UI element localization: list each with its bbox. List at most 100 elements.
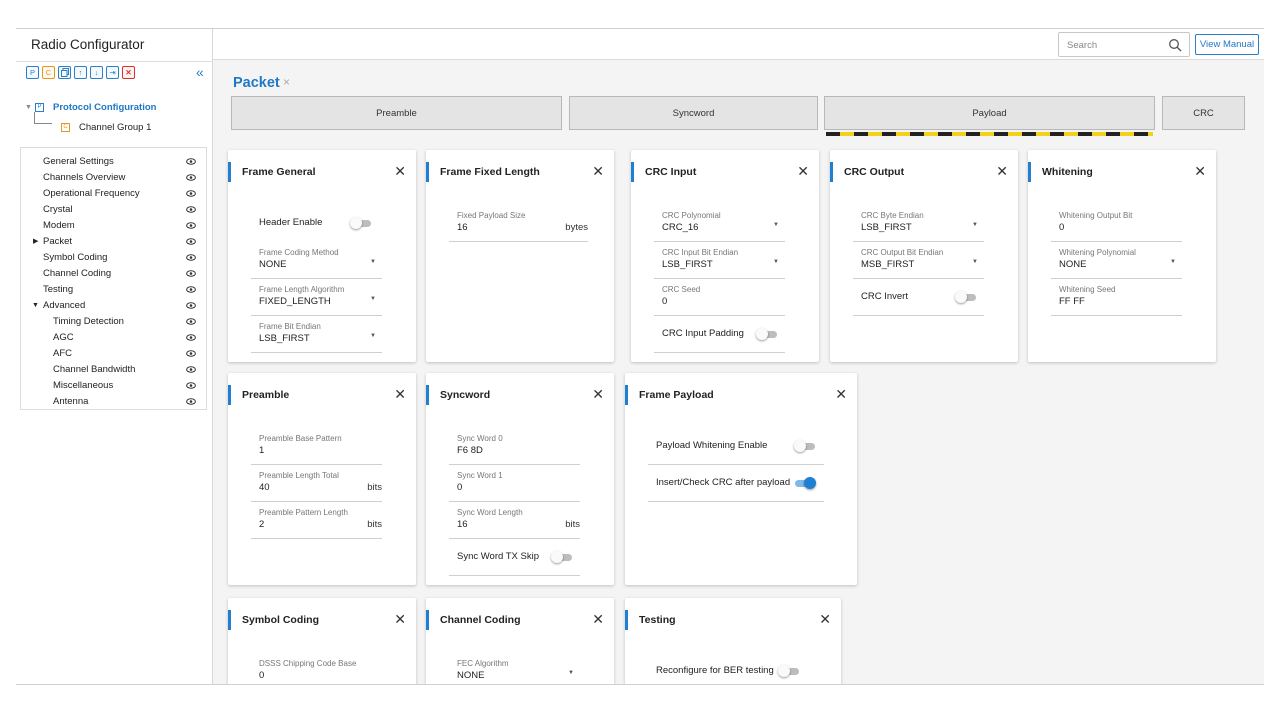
move-down-icon[interactable]: ↓ — [90, 66, 103, 79]
tree-expand-icon[interactable]: ▼ — [25, 104, 35, 111]
tab-payload[interactable]: Payload — [824, 96, 1155, 130]
card-whitening: Whitening ✕ Whitening Output Bit 0 White… — [1028, 150, 1216, 362]
sync-word-length-input[interactable]: Sync Word Length 16 bits — [449, 502, 580, 539]
delete-icon[interactable]: ✕ — [122, 66, 135, 79]
move-up-icon[interactable]: ↑ — [74, 66, 87, 79]
close-icon[interactable]: ✕ — [797, 163, 809, 180]
close-icon[interactable]: ✕ — [819, 611, 831, 628]
close-icon[interactable]: ✕ — [592, 386, 604, 403]
close-icon[interactable]: ✕ — [394, 163, 406, 180]
card-title: Syncword — [440, 389, 491, 401]
nav-item-timing-detection[interactable]: Timing Detection — [21, 313, 206, 329]
eye-icon[interactable] — [186, 333, 196, 341]
close-icon[interactable]: ✕ — [835, 386, 847, 403]
preamble-length-total-input[interactable]: Preamble Length Total 40 bits — [251, 465, 382, 502]
nav-item-modem[interactable]: Modem — [21, 217, 206, 233]
eye-icon[interactable] — [186, 397, 196, 405]
channel-group-icon: C — [61, 122, 70, 132]
close-icon[interactable]: ✕ — [1194, 163, 1206, 180]
crc-input-padding-toggle[interactable] — [756, 328, 777, 340]
crc-byte-endian-select[interactable]: CRC Byte Endian LSB_FIRST ▼ — [853, 205, 984, 242]
sync-word-tx-skip-toggle[interactable] — [551, 551, 572, 563]
eye-icon[interactable] — [186, 173, 196, 181]
caret-right-icon[interactable]: ▶ — [33, 237, 38, 245]
eye-icon[interactable] — [186, 253, 196, 261]
close-icon[interactable]: ✕ — [592, 611, 604, 628]
close-icon[interactable]: ✕ — [394, 611, 406, 628]
tree-toolbar: P C ↑ ↓ ⇥ ✕ — [26, 66, 135, 80]
eye-icon[interactable] — [186, 205, 196, 213]
settings-nav: General Settings Channels Overview Opera… — [20, 147, 207, 410]
close-icon[interactable]: ✕ — [996, 163, 1008, 180]
nav-item-advanced[interactable]: ▼ Advanced — [21, 297, 206, 313]
eye-icon[interactable] — [186, 381, 196, 389]
frame-coding-method-select[interactable]: Frame Coding Method NONE ▼ — [251, 242, 382, 279]
tree-item-channel-group[interactable]: C Channel Group 1 — [61, 117, 156, 137]
eye-icon[interactable] — [186, 349, 196, 357]
collapse-panel-icon[interactable]: « — [196, 64, 204, 80]
eye-icon[interactable] — [186, 269, 196, 277]
nav-item-general-settings[interactable]: General Settings — [21, 153, 206, 169]
crc-polynomial-select[interactable]: CRC Polynomial CRC_16 ▼ — [654, 205, 785, 242]
eye-icon[interactable] — [186, 189, 196, 197]
preamble-pattern-length-input[interactable]: Preamble Pattern Length 2 bits — [251, 502, 382, 539]
whitening-polynomial-select[interactable]: Whitening Polynomial NONE ▼ — [1051, 242, 1182, 279]
fixed-payload-size-input[interactable]: Fixed Payload Size 16 bytes — [449, 205, 588, 242]
card-frame-general: Frame General ✕ Header Enable Frame Codi… — [228, 150, 416, 362]
dsss-chipping-code-input[interactable]: DSSS Chipping Code Base 0 — [251, 653, 382, 684]
frame-length-algorithm-select[interactable]: Frame Length Algorithm FIXED_LENGTH ▼ — [251, 279, 382, 316]
eye-icon[interactable] — [186, 285, 196, 293]
eye-icon[interactable] — [186, 157, 196, 165]
eye-icon[interactable] — [186, 301, 196, 309]
ber-testing-toggle[interactable] — [778, 665, 799, 677]
tab-preamble[interactable]: Preamble — [231, 96, 562, 130]
eye-icon[interactable] — [186, 221, 196, 229]
nav-item-crystal[interactable]: Crystal — [21, 201, 206, 217]
add-protocol-icon[interactable]: P — [26, 66, 39, 79]
whitening-seed-input[interactable]: Whitening Seed FF FF — [1051, 279, 1182, 316]
fec-algorithm-select[interactable]: FEC Algorithm NONE ▼ — [449, 653, 580, 684]
header-enable-toggle[interactable] — [350, 217, 371, 229]
nav-item-symbol-coding[interactable]: Symbol Coding — [21, 249, 206, 265]
close-icon[interactable]: ✕ — [394, 386, 406, 403]
eye-icon[interactable] — [186, 317, 196, 325]
frame-bit-endian-select[interactable]: Frame Bit Endian LSB_FIRST ▼ — [251, 316, 382, 353]
add-channel-icon[interactable]: C — [42, 66, 55, 79]
card-title: Frame Fixed Length — [440, 166, 540, 178]
whitening-output-bit-input[interactable]: Whitening Output Bit 0 — [1051, 205, 1182, 242]
preamble-base-pattern-input[interactable]: Preamble Base Pattern 1 — [251, 428, 382, 465]
nav-item-afc[interactable]: AFC — [21, 345, 206, 361]
toggle-label: Header Enable — [259, 217, 323, 228]
close-page-icon[interactable]: × — [283, 75, 290, 89]
crc-input-bit-endian-select[interactable]: CRC Input Bit Endian LSB_FIRST ▼ — [654, 242, 785, 279]
close-icon[interactable]: ✕ — [592, 163, 604, 180]
card-symbol-coding: Symbol Coding ✕ DSSS Chipping Code Base … — [228, 598, 416, 684]
caret-down-icon[interactable]: ▼ — [32, 302, 39, 309]
view-manual-button[interactable]: View Manual — [1195, 34, 1259, 55]
nav-item-testing[interactable]: Testing — [21, 281, 206, 297]
insert-crc-toggle[interactable] — [795, 477, 816, 489]
search-placeholder: Search — [1067, 40, 1098, 51]
nav-item-antenna[interactable]: Antenna — [21, 393, 206, 409]
search-icon[interactable] — [1168, 38, 1182, 52]
sync-word-0-input[interactable]: Sync Word 0 F6 8D — [449, 428, 580, 465]
nav-item-agc[interactable]: AGC — [21, 329, 206, 345]
nav-item-operational-frequency[interactable]: Operational Frequency — [21, 185, 206, 201]
eye-icon[interactable] — [186, 365, 196, 373]
crc-invert-toggle[interactable] — [955, 291, 976, 303]
tab-syncword[interactable]: Syncword — [569, 96, 818, 130]
nav-item-packet[interactable]: ▶ Packet — [21, 233, 206, 249]
tab-crc[interactable]: CRC — [1162, 96, 1245, 130]
eye-icon[interactable] — [186, 237, 196, 245]
copy-icon[interactable] — [58, 66, 71, 79]
nav-item-channels-overview[interactable]: Channels Overview — [21, 169, 206, 185]
nav-item-channel-coding[interactable]: Channel Coding — [21, 265, 206, 281]
nav-item-miscellaneous[interactable]: Miscellaneous — [21, 377, 206, 393]
sync-word-1-input[interactable]: Sync Word 1 0 — [449, 465, 580, 502]
search-input[interactable]: Search — [1058, 32, 1190, 57]
crc-output-bit-endian-select[interactable]: CRC Output Bit Endian MSB_FIRST ▼ — [853, 242, 984, 279]
export-icon[interactable]: ⇥ — [106, 66, 119, 79]
crc-seed-input[interactable]: CRC Seed 0 — [654, 279, 785, 316]
nav-item-channel-bandwidth[interactable]: Channel Bandwidth — [21, 361, 206, 377]
payload-whitening-toggle[interactable] — [794, 440, 815, 452]
